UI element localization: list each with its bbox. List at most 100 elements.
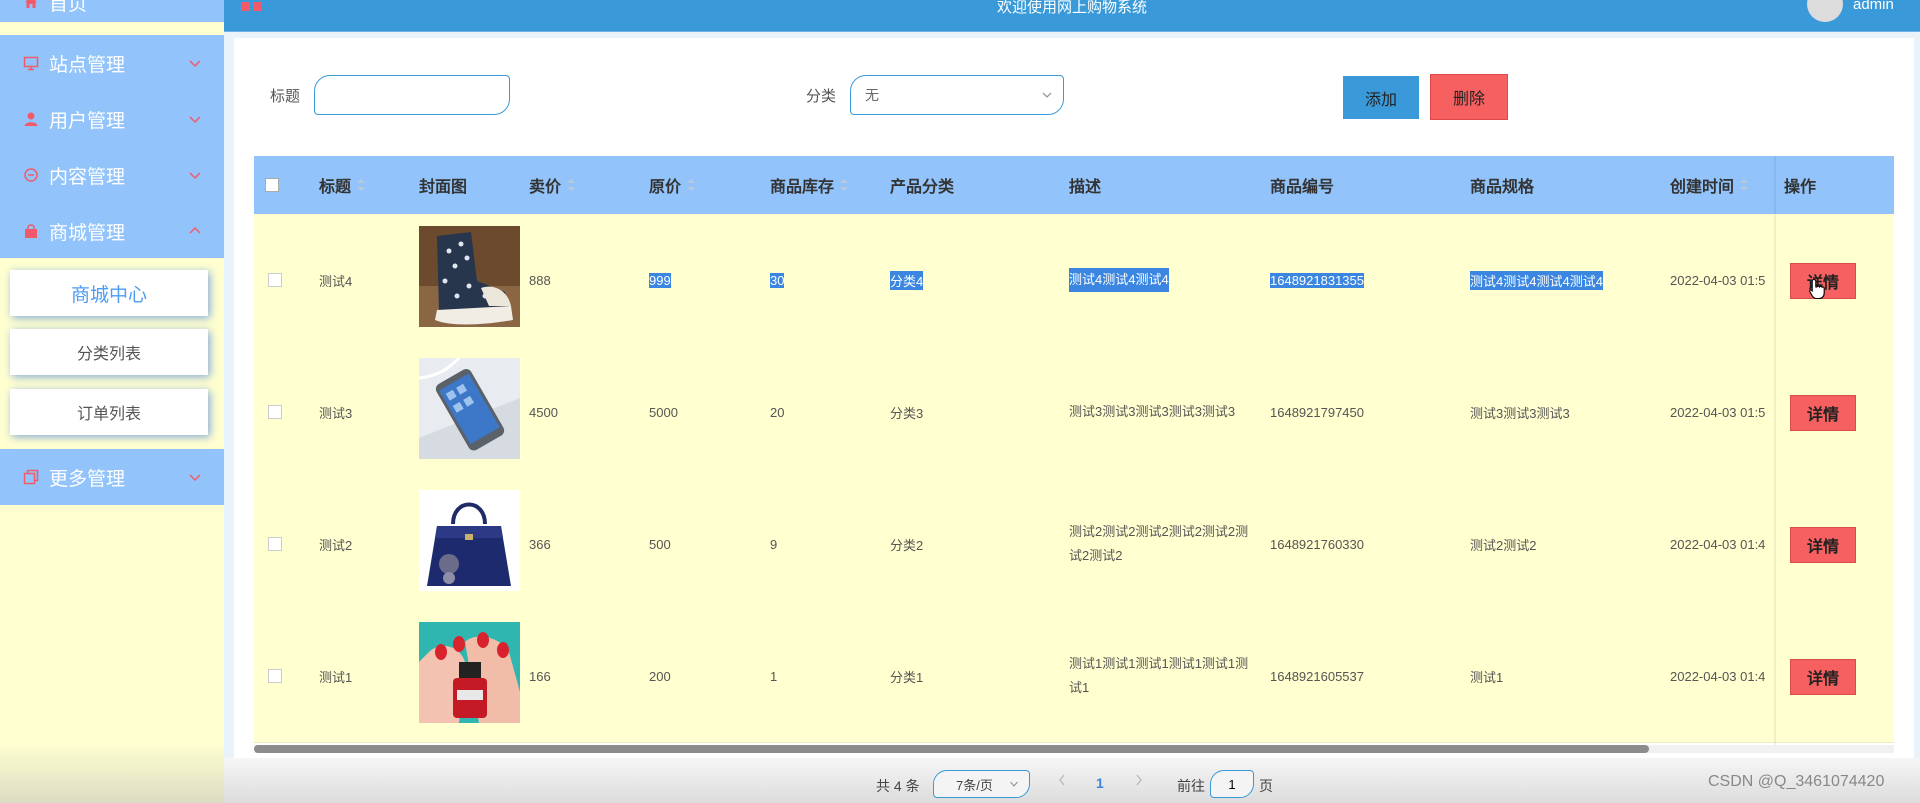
column-header-category: 产品分类 [890, 179, 955, 196]
cell-spec: 测试1 [1470, 669, 1504, 685]
category-filter-label: 分类 [806, 88, 837, 105]
sidebar-item-label: 用户管理 [49, 110, 126, 132]
cell-category: 分类1 [890, 669, 924, 685]
sidebar-item-label: 商城管理 [49, 222, 126, 244]
goto-label: 前往 [1177, 778, 1205, 794]
sort-icon[interactable] [357, 179, 366, 191]
next-page-button[interactable] [1134, 773, 1144, 792]
column-header-actions: 操作 [1784, 179, 1817, 196]
username[interactable]: admin [1853, 0, 1894, 13]
row-checkbox[interactable] [268, 405, 282, 419]
column-header-title[interactable]: 标题 [319, 156, 366, 214]
detail-button[interactable]: 详情 [1790, 395, 1856, 431]
sort-icon[interactable] [840, 179, 849, 191]
avatar[interactable] [1807, 0, 1843, 22]
sidebar-item-users[interactable]: 用户管理 [0, 91, 224, 147]
detail-button[interactable]: 详情 [1790, 659, 1856, 695]
page-size-select[interactable]: 7条/页 [933, 770, 1030, 798]
column-header-original-price[interactable]: 原价 [649, 156, 696, 214]
sidebar-item-label: 更多管理 [49, 468, 126, 490]
select-all-checkbox[interactable] [265, 178, 279, 192]
cell-title: 测试1 [319, 669, 353, 685]
row-checkbox[interactable] [268, 669, 282, 683]
cell-title: 测试2 [319, 537, 353, 553]
title-filter-input[interactable] [314, 75, 510, 115]
sidebar: 首页 站点管理 用户管理 内容管理 商城管理 商城中心 分类列表 订单列表 更多… [0, 0, 224, 803]
product-image-sneaker [419, 226, 520, 327]
goto-page-input[interactable] [1210, 770, 1254, 798]
cell-stock: 1 [770, 668, 778, 684]
app-title: 欢迎使用网上购物系统 [996, 0, 1147, 16]
cell-created: 2022-04-03 01:5 [1670, 404, 1766, 420]
column-header-created[interactable]: 创建时间 [1670, 156, 1749, 214]
cell-original-price: 999 [649, 272, 671, 288]
table-row: 测试4 888 999 30 分类4 测试4测试4测试4 16489218313… [254, 214, 1894, 347]
cell-description: 测试4测试4测试4 [1069, 214, 1255, 346]
cell-sku: 1648921760330 [1270, 536, 1364, 552]
sidebar-item-more[interactable]: 更多管理 [0, 449, 224, 505]
cell-stock: 30 [770, 272, 785, 288]
cell-description: 测试2测试2测试2测试2测试2测试2测试2 [1069, 524, 1249, 563]
fixed-column-divider [1774, 156, 1776, 746]
product-image-nail-polish [419, 622, 520, 723]
page-unit-label: 页 [1259, 778, 1273, 794]
cell-spec: 测试4测试4测试4测试4 [1470, 214, 1603, 346]
table-row: 测试3 4500 5000 20 分类3 测试3测试3测试3测试3测试3 164… [254, 346, 1894, 479]
cell-category: 分类4 [890, 214, 924, 346]
column-header-stock[interactable]: 商品库存 [770, 156, 849, 214]
add-button[interactable]: 添加 [1343, 76, 1419, 119]
sort-icon[interactable] [687, 179, 696, 191]
column-header-sku: 商品编号 [1270, 179, 1335, 196]
row-checkbox[interactable] [268, 537, 282, 551]
row-checkbox[interactable] [268, 273, 282, 287]
detail-button[interactable]: 详情 [1790, 527, 1856, 563]
hand-cursor-icon [1809, 278, 1825, 300]
delete-button[interactable]: 删除 [1430, 74, 1508, 120]
chat-icon [22, 166, 40, 184]
cell-sku: 1648921831355 [1270, 272, 1364, 288]
sidebar-item-label: 内容管理 [49, 166, 126, 188]
chevron-down-icon [1010, 781, 1018, 787]
table-header: 标题 封面图 卖价 原价 商品库存 产品分类 描述 商品编号 商品规格 创建时间… [254, 156, 1894, 214]
cell-created: 2022-04-03 01:4 [1670, 536, 1766, 552]
cell-price: 366 [529, 536, 551, 552]
title-filter-label: 标题 [270, 88, 301, 105]
submenu-item-order-list[interactable]: 订单列表 [10, 389, 208, 435]
prev-page-button[interactable] [1057, 773, 1067, 792]
page-number-current[interactable]: 1 [1096, 775, 1104, 791]
cell-title: 测试3 [319, 405, 353, 421]
product-image-handbag [419, 490, 520, 591]
copy-icon [22, 468, 40, 486]
cell-price: 888 [529, 272, 551, 288]
product-image-phone [419, 358, 520, 459]
column-header-spec: 商品规格 [1470, 179, 1535, 196]
column-header-description: 描述 [1069, 179, 1102, 196]
cell-stock: 9 [770, 536, 778, 552]
sort-icon[interactable] [567, 179, 576, 191]
sidebar-item-home[interactable]: 首页 [0, 0, 224, 22]
category-filter-select[interactable]: 无 [850, 75, 1064, 115]
user-icon [22, 110, 40, 128]
watermark: CSDN @Q_3461074420 [1708, 773, 1885, 790]
submenu-item-mall-center[interactable]: 商城中心 [10, 270, 208, 316]
sidebar-item-mall[interactable]: 商城管理 [0, 203, 224, 259]
sidebar-item-label: 站点管理 [49, 54, 126, 76]
chevron-down-icon [189, 116, 201, 124]
top-header: 欢迎使用网上购物系统 admin [224, 0, 1920, 32]
pagination-bar [224, 758, 1920, 803]
chevron-down-icon [189, 172, 201, 180]
column-header-price[interactable]: 卖价 [529, 156, 576, 214]
sidebar-item-content[interactable]: 内容管理 [0, 147, 224, 203]
sidebar-footer [0, 743, 224, 803]
cell-spec: 测试2测试2 [1470, 537, 1537, 553]
sort-icon[interactable] [1740, 179, 1749, 191]
cell-category: 分类3 [890, 405, 924, 421]
cell-description: 测试3测试3测试3测试3测试3 [1069, 404, 1236, 419]
cell-title: 测试4 [319, 273, 353, 289]
sidebar-item-site[interactable]: 站点管理 [0, 35, 224, 91]
horizontal-scrollbar-thumb[interactable] [254, 745, 1649, 753]
submenu-item-category-list[interactable]: 分类列表 [10, 329, 208, 375]
home-icon [22, 0, 40, 11]
chevron-down-icon [189, 474, 201, 482]
cell-original-price: 200 [649, 668, 671, 684]
